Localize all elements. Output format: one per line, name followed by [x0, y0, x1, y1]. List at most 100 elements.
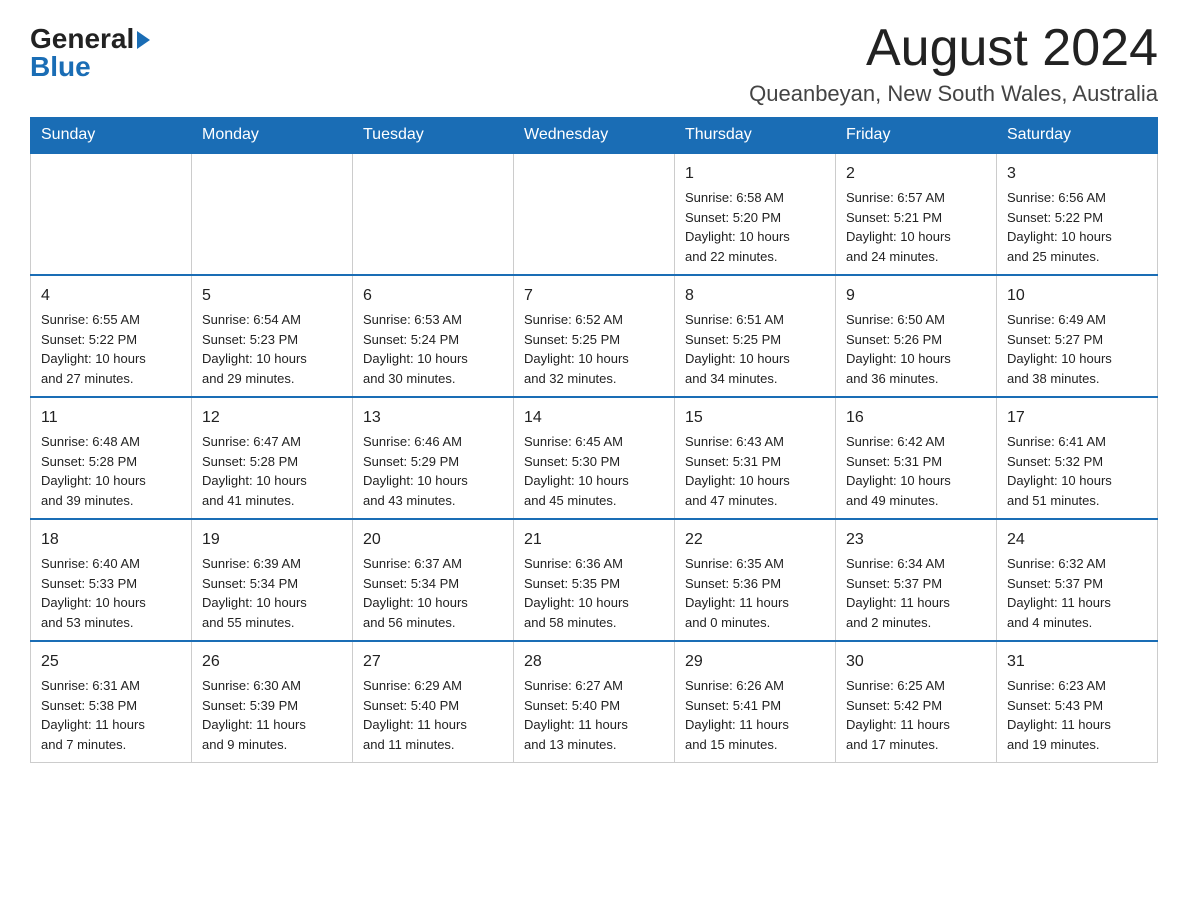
- day-number: 14: [524, 406, 664, 430]
- logo: General Blue: [30, 25, 150, 81]
- calendar-cell: [31, 153, 192, 275]
- day-number: 16: [846, 406, 986, 430]
- day-info: Sunrise: 6:32 AM Sunset: 5:37 PM Dayligh…: [1007, 554, 1147, 632]
- calendar-cell: 23Sunrise: 6:34 AM Sunset: 5:37 PM Dayli…: [836, 519, 997, 641]
- calendar-cell: 7Sunrise: 6:52 AM Sunset: 5:25 PM Daylig…: [514, 275, 675, 397]
- day-info: Sunrise: 6:58 AM Sunset: 5:20 PM Dayligh…: [685, 188, 825, 266]
- calendar-cell: 5Sunrise: 6:54 AM Sunset: 5:23 PM Daylig…: [192, 275, 353, 397]
- calendar-cell: 27Sunrise: 6:29 AM Sunset: 5:40 PM Dayli…: [353, 641, 514, 763]
- day-number: 28: [524, 650, 664, 674]
- day-number: 7: [524, 284, 664, 308]
- weekday-header-friday: Friday: [836, 118, 997, 154]
- calendar-cell: [353, 153, 514, 275]
- calendar-cell: 28Sunrise: 6:27 AM Sunset: 5:40 PM Dayli…: [514, 641, 675, 763]
- calendar-week-row: 1Sunrise: 6:58 AM Sunset: 5:20 PM Daylig…: [31, 153, 1158, 275]
- calendar-cell: [192, 153, 353, 275]
- calendar-cell: 12Sunrise: 6:47 AM Sunset: 5:28 PM Dayli…: [192, 397, 353, 519]
- day-number: 22: [685, 528, 825, 552]
- day-info: Sunrise: 6:31 AM Sunset: 5:38 PM Dayligh…: [41, 676, 181, 754]
- day-number: 5: [202, 284, 342, 308]
- day-number: 24: [1007, 528, 1147, 552]
- day-info: Sunrise: 6:46 AM Sunset: 5:29 PM Dayligh…: [363, 432, 503, 510]
- day-number: 15: [685, 406, 825, 430]
- calendar-cell: 1Sunrise: 6:58 AM Sunset: 5:20 PM Daylig…: [675, 153, 836, 275]
- calendar-cell: 10Sunrise: 6:49 AM Sunset: 5:27 PM Dayli…: [997, 275, 1158, 397]
- day-number: 17: [1007, 406, 1147, 430]
- weekday-header-saturday: Saturday: [997, 118, 1158, 154]
- day-number: 8: [685, 284, 825, 308]
- day-info: Sunrise: 6:27 AM Sunset: 5:40 PM Dayligh…: [524, 676, 664, 754]
- title-section: August 2024 Queanbeyan, New South Wales,…: [749, 20, 1158, 107]
- calendar-cell: 16Sunrise: 6:42 AM Sunset: 5:31 PM Dayli…: [836, 397, 997, 519]
- day-number: 30: [846, 650, 986, 674]
- calendar-cell: 14Sunrise: 6:45 AM Sunset: 5:30 PM Dayli…: [514, 397, 675, 519]
- calendar-cell: 22Sunrise: 6:35 AM Sunset: 5:36 PM Dayli…: [675, 519, 836, 641]
- day-number: 29: [685, 650, 825, 674]
- calendar-cell: 24Sunrise: 6:32 AM Sunset: 5:37 PM Dayli…: [997, 519, 1158, 641]
- month-title: August 2024: [749, 20, 1158, 77]
- day-info: Sunrise: 6:25 AM Sunset: 5:42 PM Dayligh…: [846, 676, 986, 754]
- day-info: Sunrise: 6:26 AM Sunset: 5:41 PM Dayligh…: [685, 676, 825, 754]
- day-number: 18: [41, 528, 181, 552]
- day-number: 3: [1007, 162, 1147, 186]
- weekday-header-thursday: Thursday: [675, 118, 836, 154]
- day-info: Sunrise: 6:29 AM Sunset: 5:40 PM Dayligh…: [363, 676, 503, 754]
- day-number: 20: [363, 528, 503, 552]
- calendar-week-row: 11Sunrise: 6:48 AM Sunset: 5:28 PM Dayli…: [31, 397, 1158, 519]
- weekday-header-monday: Monday: [192, 118, 353, 154]
- day-number: 26: [202, 650, 342, 674]
- calendar-cell: 15Sunrise: 6:43 AM Sunset: 5:31 PM Dayli…: [675, 397, 836, 519]
- calendar-cell: 18Sunrise: 6:40 AM Sunset: 5:33 PM Dayli…: [31, 519, 192, 641]
- calendar-cell: 26Sunrise: 6:30 AM Sunset: 5:39 PM Dayli…: [192, 641, 353, 763]
- day-info: Sunrise: 6:36 AM Sunset: 5:35 PM Dayligh…: [524, 554, 664, 632]
- calendar-week-row: 25Sunrise: 6:31 AM Sunset: 5:38 PM Dayli…: [31, 641, 1158, 763]
- day-number: 1: [685, 162, 825, 186]
- day-number: 23: [846, 528, 986, 552]
- day-number: 10: [1007, 284, 1147, 308]
- day-number: 6: [363, 284, 503, 308]
- calendar-cell: 8Sunrise: 6:51 AM Sunset: 5:25 PM Daylig…: [675, 275, 836, 397]
- calendar-cell: [514, 153, 675, 275]
- calendar-cell: 30Sunrise: 6:25 AM Sunset: 5:42 PM Dayli…: [836, 641, 997, 763]
- day-info: Sunrise: 6:40 AM Sunset: 5:33 PM Dayligh…: [41, 554, 181, 632]
- day-number: 13: [363, 406, 503, 430]
- day-info: Sunrise: 6:34 AM Sunset: 5:37 PM Dayligh…: [846, 554, 986, 632]
- logo-arrow-icon: [137, 31, 150, 49]
- day-info: Sunrise: 6:56 AM Sunset: 5:22 PM Dayligh…: [1007, 188, 1147, 266]
- logo-general-text: General: [30, 25, 134, 53]
- location-subtitle: Queanbeyan, New South Wales, Australia: [749, 81, 1158, 107]
- page-header: General Blue August 2024 Queanbeyan, New…: [30, 20, 1158, 107]
- calendar-cell: 6Sunrise: 6:53 AM Sunset: 5:24 PM Daylig…: [353, 275, 514, 397]
- day-info: Sunrise: 6:37 AM Sunset: 5:34 PM Dayligh…: [363, 554, 503, 632]
- day-info: Sunrise: 6:52 AM Sunset: 5:25 PM Dayligh…: [524, 310, 664, 388]
- calendar-cell: 29Sunrise: 6:26 AM Sunset: 5:41 PM Dayli…: [675, 641, 836, 763]
- calendar-cell: 2Sunrise: 6:57 AM Sunset: 5:21 PM Daylig…: [836, 153, 997, 275]
- day-info: Sunrise: 6:45 AM Sunset: 5:30 PM Dayligh…: [524, 432, 664, 510]
- calendar-week-row: 4Sunrise: 6:55 AM Sunset: 5:22 PM Daylig…: [31, 275, 1158, 397]
- day-number: 31: [1007, 650, 1147, 674]
- day-info: Sunrise: 6:23 AM Sunset: 5:43 PM Dayligh…: [1007, 676, 1147, 754]
- day-number: 25: [41, 650, 181, 674]
- day-info: Sunrise: 6:50 AM Sunset: 5:26 PM Dayligh…: [846, 310, 986, 388]
- calendar-cell: 4Sunrise: 6:55 AM Sunset: 5:22 PM Daylig…: [31, 275, 192, 397]
- day-number: 4: [41, 284, 181, 308]
- calendar-cell: 20Sunrise: 6:37 AM Sunset: 5:34 PM Dayli…: [353, 519, 514, 641]
- day-number: 19: [202, 528, 342, 552]
- calendar-cell: 9Sunrise: 6:50 AM Sunset: 5:26 PM Daylig…: [836, 275, 997, 397]
- day-info: Sunrise: 6:55 AM Sunset: 5:22 PM Dayligh…: [41, 310, 181, 388]
- day-info: Sunrise: 6:48 AM Sunset: 5:28 PM Dayligh…: [41, 432, 181, 510]
- day-number: 12: [202, 406, 342, 430]
- day-info: Sunrise: 6:49 AM Sunset: 5:27 PM Dayligh…: [1007, 310, 1147, 388]
- calendar-cell: 11Sunrise: 6:48 AM Sunset: 5:28 PM Dayli…: [31, 397, 192, 519]
- day-info: Sunrise: 6:30 AM Sunset: 5:39 PM Dayligh…: [202, 676, 342, 754]
- day-info: Sunrise: 6:54 AM Sunset: 5:23 PM Dayligh…: [202, 310, 342, 388]
- calendar-header-row: SundayMondayTuesdayWednesdayThursdayFrid…: [31, 118, 1158, 154]
- day-info: Sunrise: 6:51 AM Sunset: 5:25 PM Dayligh…: [685, 310, 825, 388]
- calendar-cell: 3Sunrise: 6:56 AM Sunset: 5:22 PM Daylig…: [997, 153, 1158, 275]
- day-number: 11: [41, 406, 181, 430]
- weekday-header-tuesday: Tuesday: [353, 118, 514, 154]
- day-number: 2: [846, 162, 986, 186]
- calendar-cell: 19Sunrise: 6:39 AM Sunset: 5:34 PM Dayli…: [192, 519, 353, 641]
- calendar-cell: 21Sunrise: 6:36 AM Sunset: 5:35 PM Dayli…: [514, 519, 675, 641]
- calendar-cell: 31Sunrise: 6:23 AM Sunset: 5:43 PM Dayli…: [997, 641, 1158, 763]
